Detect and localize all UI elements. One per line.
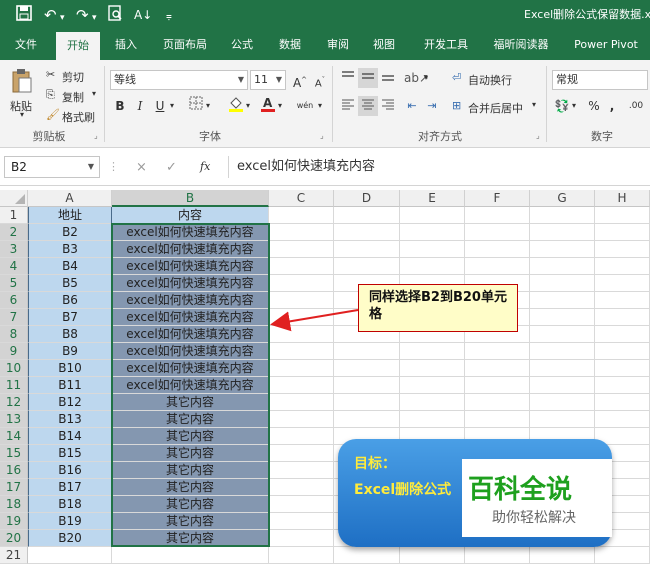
- watermark-logo: 百科全说 助你轻松解决: [462, 459, 612, 537]
- watermark-subtitle: 助你轻松解决: [492, 510, 576, 526]
- watermark-title: 百科全说: [468, 475, 573, 505]
- goal-text: Excel删除公式: [354, 482, 452, 498]
- goal-title: 目标：: [354, 456, 396, 472]
